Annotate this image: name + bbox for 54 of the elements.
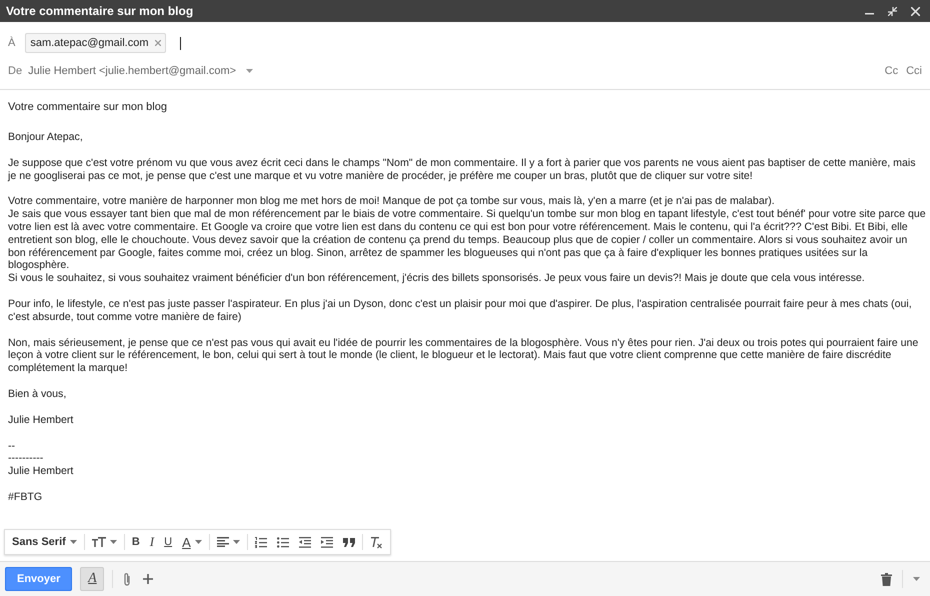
message-text: #FBTG xyxy=(8,490,44,504)
recipient-link[interactable]: Cci xyxy=(906,65,922,77)
quote-icon xyxy=(342,538,355,546)
message-text: -- xyxy=(8,440,16,452)
message-text: ---------- xyxy=(8,452,44,466)
font-select[interactable]: Sans Serif xyxy=(7,532,82,552)
numbered-list-icon xyxy=(254,536,267,548)
delete-button[interactable] xyxy=(879,570,894,588)
clear-formatting-icon xyxy=(370,536,383,548)
message-text: Bonjour Atepac, xyxy=(8,131,84,144)
message-text: Non, mais sérieusement, je pense que ce n'est pas vous qui avait eu l'idée de pourrir les commentaires de la blogosphère. Vous n'y êtes pour rien. J'ai deux ou trois potes qui pourraient faire une leçon à votre client sur le référencement, le bon, celui qui sert à tout le monde (le client, le blogueur et le lectorat). Mais faut que votre client comprenne que cette manière de faire discrédite complétement la marque! xyxy=(8,336,920,375)
italic-button[interactable]: I xyxy=(144,532,160,552)
from-select[interactable]: Julie Hembert <julie.hembert@gmail.com> xyxy=(28,65,236,77)
bulleted-list-icon xyxy=(276,536,289,548)
underline-button[interactable]: U xyxy=(159,532,178,552)
indent-icon xyxy=(320,536,333,548)
recipient-chip[interactable]: sam.atepac@gmail.com xyxy=(25,33,166,53)
text-size-icon xyxy=(92,536,106,548)
caret-icon xyxy=(110,540,117,544)
paperclip-icon xyxy=(123,572,132,586)
message-text: Bien à vous, xyxy=(8,388,68,401)
collapse-arrows-icon xyxy=(888,6,897,16)
align-left-icon xyxy=(216,537,229,547)
caret-icon xyxy=(232,540,240,544)
message-text: Je suppose que c'est votre prénom vu que vous avez écrit ceci dans le champs "Nom" de mon commentaire. Il y a fort à parier que vos parents ne vous aient pas baptiser de cette manière, mais je ne googliserai pas ce mot, je pense que c'est une marque et vu votre manière de procéder, je préfère me couper un bras, plutôt que de cliquer sur votre site! xyxy=(8,156,917,182)
caret-icon xyxy=(194,540,202,544)
message-text: Pour info, le lifestyle, ce n'est pas juste passer l'aspirateur. En plus j'ai un Dyson, donc c'est un plaisir pour moi que d'aspirer. De plus, l'aspiration centralisée pourrait faire peur à mes chats (oui, c'est absurde, tout comme votre manière de faire) xyxy=(8,298,913,324)
message-text: Julie Hembert xyxy=(8,465,74,478)
text-color-button[interactable]: A xyxy=(177,532,207,552)
caret-icon xyxy=(246,69,254,73)
close-button[interactable] xyxy=(909,4,922,18)
formatting-toggle[interactable]: A xyxy=(80,567,104,591)
remove-recipient-button[interactable] xyxy=(154,40,160,46)
caret-icon xyxy=(70,540,77,544)
caret-icon xyxy=(913,577,920,581)
from-label: De xyxy=(8,65,22,77)
close-icon xyxy=(154,40,160,46)
menu-button[interactable] xyxy=(911,575,922,583)
trash-icon xyxy=(881,572,892,586)
subject-field[interactable]: Votre commentaire sur mon blog xyxy=(8,101,167,113)
message-text: Je sais que vous essayer tant bien que mal de mon référencement par le biais de votre commentaire. Si quelqu'un tombe sur mon blog en tapant lifestyle, c'est tout bénéf' pour votre site parce que votre lien est là avec votre commentaire. Et Google va croire que votre lien est dans du contenu ce qui est bon pour votre référencement. Mais le contenu, qui l'a écrit??? C'est Bibi. Et Bibi, elle entretient son blog, elle le chouchoute. Vous devez savoir que la création de contenu ça prend du temps. Beaucoup plus que de copier / coller un commentaire. Alors si vous souhaitez avoir un bon référencement par Google, faites comme moi, créez un blog. Sinon, arrêtez de spammer les blogueuses qui n'ont pas que ça à faire d'expliquer les bonnes pratiques usitées sur la blogosphère. xyxy=(8,208,926,272)
minimize-icon xyxy=(865,13,874,15)
window-title: Votre commentaire sur mon blog xyxy=(6,4,194,18)
to-label: À xyxy=(8,37,16,49)
message-text: Votre commentaire, votre manière de harponner mon blog me met hors de moi! Manque de pot ça tombe sur vous, mais là, y'en a marre (et je n'ai pas de malabar). xyxy=(8,195,776,208)
pop-out-button[interactable] xyxy=(886,4,899,18)
message-text: Si vous le souhaitez, si vous souhaitez vraiment bénéficier d'un bon référencement, j'écris des billets sponsorisés. Je peux vous faire un devis?! Mais je doute que cela vous intéresse. xyxy=(8,272,866,285)
recipient-link[interactable]: Cc xyxy=(884,65,898,77)
plus-icon xyxy=(143,574,154,584)
bold-button[interactable]: B xyxy=(126,532,145,552)
outdent-icon xyxy=(298,536,311,548)
close-icon xyxy=(911,6,920,16)
more-options-button[interactable] xyxy=(141,572,156,586)
message-text: Julie Hembert xyxy=(8,414,74,427)
